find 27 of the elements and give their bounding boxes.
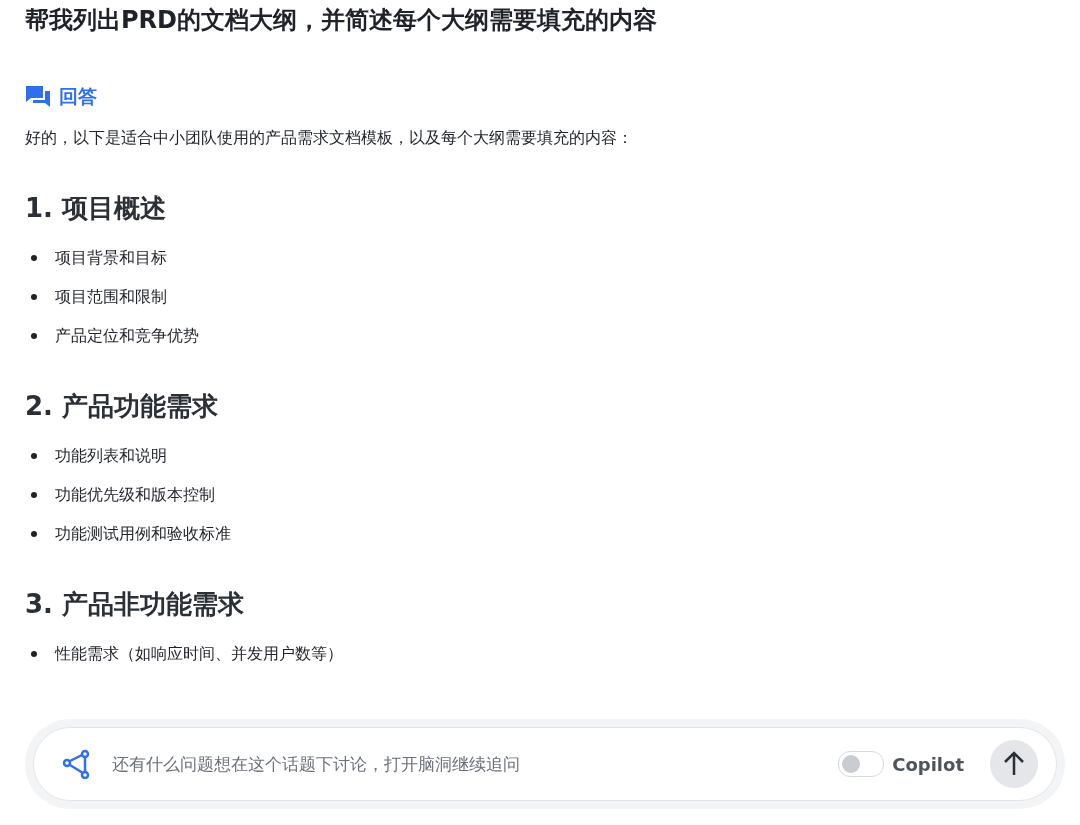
message-input[interactable]: 还有什么问题想在这个话题下讨论，打开脑洞继续追问: [110, 753, 821, 775]
arrow-up-icon: [1003, 751, 1025, 777]
copilot-toggle[interactable]: [838, 751, 885, 777]
bullet-item: 项目背景和目标: [55, 247, 167, 269]
bullet-dot: [31, 254, 37, 261]
share-nodes-icon: [62, 749, 92, 779]
bullet-item: 功能测试用例和验收标准: [55, 523, 231, 545]
section-heading: 1. 项目概述: [25, 192, 168, 225]
bullet-dot: [31, 293, 37, 300]
answer-intro: 好的，以下是适合中小团队使用的产品需求文档模板，以及每个大纲需要填充的内容：: [25, 128, 634, 149]
bullet-dot: [31, 332, 37, 339]
bullet-item: 功能优先级和版本控制: [55, 484, 215, 506]
bullet-dot: [31, 530, 37, 537]
bullet-dot: [31, 452, 37, 459]
answer-label: 回答: [59, 84, 97, 109]
bullet-item: 功能列表和说明: [55, 445, 167, 467]
copilot-label: Copilot: [892, 753, 964, 775]
section-heading: 3. 产品非功能需求: [25, 588, 246, 621]
bullet-item: 性能需求（如响应时间、并发用户数等）: [55, 643, 343, 665]
bullet-item: 项目范围和限制: [55, 286, 167, 308]
question-title: 帮我列出PRD的文档大纲，并简述每个大纲需要填充的内容: [25, 5, 658, 36]
bullet-dot: [31, 491, 37, 498]
section-heading: 2. 产品功能需求: [25, 390, 220, 423]
chat-bubbles-icon: [25, 85, 51, 109]
send-button[interactable]: [990, 740, 1038, 788]
bullet-item: 产品定位和竞争优势: [55, 325, 199, 347]
bullet-dot: [31, 650, 37, 657]
